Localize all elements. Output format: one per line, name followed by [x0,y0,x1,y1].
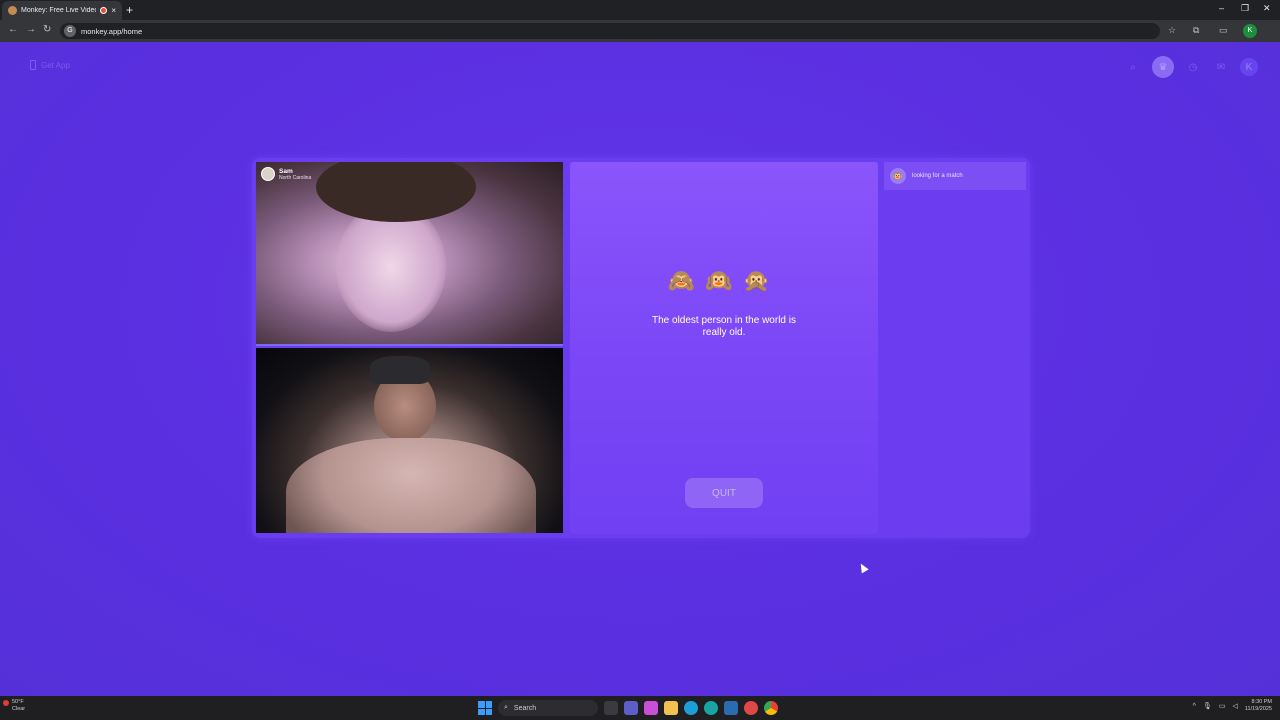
weather-temp: 50°F [12,699,24,705]
self-body [286,438,536,533]
sidebar-icon[interactable]: ▭ [1219,25,1228,36]
site-info-icon[interactable]: G [64,25,76,37]
taskbar-apps: ⌕ Search [478,699,778,717]
self-video [256,348,563,533]
chrome-icon[interactable] [764,701,778,715]
recording-indicator-icon [100,7,108,14]
clock[interactable]: 8:30 PM 11/19/2025 [1245,699,1272,713]
crown-icon[interactable]: ♛ [1152,56,1174,78]
minimize-button[interactable]: – [1219,3,1224,13]
browser-profile-avatar[interactable]: K [1243,24,1257,38]
partner-hair [316,162,476,222]
quit-button[interactable]: QUIT [685,478,763,508]
partner-avatar [261,167,275,181]
microphone-icon[interactable]: 🎙 [1203,702,1212,710]
network-icon[interactable]: ▭ [1219,702,1226,710]
tray-chevron-icon[interactable]: ^ [1193,703,1196,710]
system-tray: ^ 🎙 ▭ ◁ 8:30 PM 11/19/2025 [1193,699,1272,713]
fun-fact-text: The oldest person in the world is really… [652,315,796,338]
weather-desc: Clear [12,706,26,712]
windows-start-icon[interactable] [478,701,492,715]
chat-center-panel: 🙈🙉🙊 The oldest person in the world is re… [570,162,878,534]
chat-icon[interactable]: ✉ [1212,58,1230,76]
partner-location: North Carolina [279,174,312,181]
teams-icon[interactable] [624,701,638,715]
store-icon[interactable] [724,701,738,715]
weather-widget[interactable]: 50°F Clear [3,699,26,713]
match-status-label: looking for a match [912,173,963,179]
new-tab-button[interactable]: + [126,2,133,18]
match-side-panel: 🐵 looking for a match [884,162,1026,534]
taskbar-search[interactable]: ⌕ Search [498,700,598,716]
monkey-avatar-icon: 🐵 [890,168,906,184]
taskbar-search-label: Search [513,704,537,712]
clock-date: 11/19/2025 [1244,706,1272,712]
volume-icon[interactable]: ◁ [1232,702,1237,710]
windows-taskbar: 50°F Clear ⌕ Search ^ 🎙 ▭ ◁ 8:30 PM 11/1… [0,696,1280,720]
back-arrow-icon[interactable]: ← [8,24,18,35]
app-red-icon[interactable] [744,701,758,715]
url-field[interactable]: G monkey.app/home [60,23,1160,39]
tab-title: Monkey: Free Live Video Ch [21,7,96,14]
search-icon: ⌕ [504,704,508,711]
partner-badge: Sam North Carolina [261,167,311,181]
partner-name: Sam [279,167,293,175]
url-text: monkey.app/home [81,26,143,36]
get-app-label: Get App [41,60,70,70]
bookmark-star-icon[interactable]: ☆ [1168,25,1176,36]
forward-arrow-icon[interactable]: → [26,24,36,35]
search-icon[interactable]: ⌕ [1124,58,1142,76]
monkey-favicon-icon [8,6,17,15]
match-status-row: 🐵 looking for a match [884,162,1026,190]
header-icons: ⌕ ♛ ◷ ✉ K [1124,56,1258,78]
clock-time: 8:30 PM [1251,699,1272,705]
profile-icon[interactable]: K [1240,58,1258,76]
self-cap [370,356,430,384]
tab-close-icon[interactable]: × [111,6,116,15]
file-explorer-icon[interactable] [664,701,678,715]
phone-icon [30,60,36,70]
monkey-emoji-icons: 🙈🙉🙊 [667,268,781,293]
address-bar: ← → ↻ G monkey.app/home ☆ ⧉ ▭ [0,20,1280,42]
video-chat-container: Sam North Carolina 🙈🙉🙊 The oldest person… [252,158,1030,538]
history-icon[interactable]: ◷ [1184,58,1202,76]
edge-icon[interactable] [684,701,698,715]
partner-video: Sam North Carolina [256,162,563,346]
extensions-icon[interactable]: ⧉ [1193,25,1199,36]
weather-alert-icon [3,700,9,706]
app-icon[interactable] [704,701,718,715]
get-app-link[interactable]: Get App [30,60,70,70]
restore-button[interactable]: ❐ [1241,3,1249,14]
browser-tab-bar: Monkey: Free Live Video Ch × + – ❐ ✕ [0,0,1280,20]
close-window-button[interactable]: ✕ [1263,3,1271,14]
reload-icon[interactable]: ↻ [43,24,51,35]
browser-tab[interactable]: Monkey: Free Live Video Ch × [2,1,122,20]
task-view-icon[interactable] [604,701,618,715]
copilot-icon[interactable] [644,701,658,715]
